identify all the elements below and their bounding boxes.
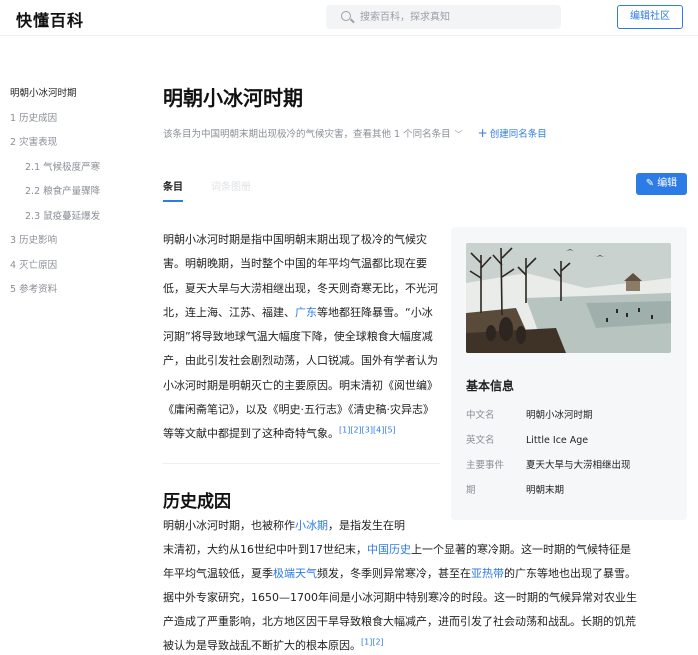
- infobox-title: 基本信息: [466, 379, 515, 393]
- info-key: 期: [466, 485, 476, 496]
- toc-item-plague[interactable]: 2.3 鼠疫蔓延爆发: [10, 209, 130, 234]
- info-row-period: 期 明朝末期: [466, 484, 564, 498]
- link-chinese-history[interactable]: 中国历史: [367, 543, 411, 556]
- search-input[interactable]: [360, 8, 550, 26]
- plus-icon: +: [477, 126, 488, 140]
- section1-text: 年平均气温较低，夏季: [163, 567, 273, 580]
- info-value: 明朝小冰河时期: [526, 410, 593, 421]
- section1-line: 年平均气温较低，夏季极端天气频发，冬季则异常寒冷，甚至在亚热带的广东等地也出现了…: [163, 566, 636, 582]
- section1-text: 频发，冬季则异常寒冷，甚至在: [317, 567, 471, 580]
- disambiguation-line: 该条目为中国明朝末期出现极冷的气候灾害，查看其他 1 个同名条目 ﹀ + 创建同名条…: [163, 126, 547, 140]
- page-title: 明朝小冰河时期: [163, 86, 303, 110]
- info-value: 夏天大旱与大涝相继出现: [526, 460, 631, 471]
- tab-gallery[interactable]: 词条图册: [211, 180, 251, 202]
- top-bar: 快懂百科 编辑社区: [0, 0, 698, 36]
- pencil-icon: ✎: [645, 178, 655, 189]
- infobox: 基本信息 中文名 明朝小冰河时期 英文名 Little Ice Age 主要事件 夏天…: [451, 227, 687, 520]
- edit-community-button[interactable]: 编辑社区: [617, 5, 683, 29]
- edit-button-label: 编辑: [657, 178, 678, 189]
- info-key: 主要事件: [466, 460, 505, 471]
- section1-line: 据中外专家研究，1650—1700年间是小冰河期中特别寒冷的时段。这一时期的气候…: [163, 591, 637, 604]
- info-row-chinese-name: 中文名 明朝小冰河时期: [466, 409, 593, 423]
- article-tabs: 条目 词条图册: [163, 180, 687, 204]
- section1-text: 末清初，大约从16世纪中叶到17世纪末，: [163, 543, 367, 556]
- reference-links[interactable]: [1][2][3][4][5]: [339, 426, 396, 435]
- section1-line: 末清初，大约从16世纪中叶到17世纪末，中国历史上一个显著的寒冷期。这一时期的气…: [163, 542, 631, 558]
- toc-item-references[interactable]: 5 参考资料: [10, 282, 130, 307]
- link-guangdong[interactable]: 广东: [295, 306, 317, 319]
- disambiguation-text: 该条目为中国明朝末期出现极冷的气候灾害，查看其他 1 个同名条目: [163, 129, 451, 140]
- section1-line: 被认为是导致战乱不断扩大的根本原因。[1][2]: [163, 638, 384, 654]
- toc-item-history-cause[interactable]: 1 历史成因: [10, 111, 130, 136]
- toc-item-title[interactable]: 明朝小冰河时期: [10, 86, 130, 111]
- toc-item-fall-reasons[interactable]: 4 灭亡原因: [10, 258, 130, 283]
- table-of-contents: 明朝小冰河时期 1 历史成因 2 灾害表现 2.1 气候极度严寒 2.2 粮食产…: [10, 86, 130, 307]
- info-value: Little Ice Age: [526, 435, 589, 446]
- section1-text: ，是指发生在明: [328, 519, 405, 532]
- tab-entry[interactable]: 条目: [163, 180, 183, 202]
- info-key: 中文名: [466, 410, 495, 421]
- info-row-main-events: 主要事件 夏天大旱与大涝相继出现: [466, 459, 631, 473]
- info-row-english-name: 英文名 Little Ice Age: [466, 434, 588, 448]
- toc-item-impact[interactable]: 3 历史影响: [10, 233, 130, 258]
- chevron-down-icon[interactable]: ﹀: [455, 129, 463, 140]
- search-box[interactable]: [326, 5, 561, 29]
- section1-line: 明朝小冰河时期，也被称作小冰期，是指发生在明: [163, 518, 405, 534]
- create-same-name-link[interactable]: + 创建同名条目: [477, 126, 547, 140]
- section1-text: 上一个显著的寒冷期。这一时期的气候特征是: [411, 543, 631, 556]
- winter-painting-image[interactable]: [466, 243, 671, 353]
- create-same-name-label: 创建同名条目: [489, 129, 547, 140]
- toc-item-disaster[interactable]: 2 灾害表现: [10, 135, 130, 160]
- toc-item-grain-drop[interactable]: 2.2 粮食产量骤降: [10, 184, 130, 209]
- info-value: 明朝末期: [526, 485, 565, 496]
- toc-item-extreme-cold[interactable]: 2.1 气候极度严寒: [10, 160, 130, 185]
- edit-button[interactable]: ✎ 编辑: [636, 173, 687, 195]
- search-icon: [341, 11, 351, 21]
- section1-text: 被认为是导致战乱不断扩大的根本原因。: [163, 639, 361, 652]
- link-extreme-weather[interactable]: 极端天气: [273, 567, 317, 580]
- site-logo[interactable]: 快懂百科: [16, 7, 84, 31]
- intro-paragraph: 明朝小冰河时期是指中国明朝末期出现了极冷的气候灾害。明朝晚期，当时整个中国的年平…: [163, 228, 440, 447]
- section1-text: 明朝小冰河时期，也被称作: [163, 519, 295, 532]
- link-subtropics[interactable]: 亚热带: [471, 567, 504, 580]
- info-key: 英文名: [466, 435, 495, 446]
- reference-links[interactable]: [1][2]: [361, 637, 384, 646]
- section1-text: 的广东等地也出现了暴雪。: [504, 567, 636, 580]
- section1-line: 产造成了严重影响，北方地区因干旱导致粮食大幅减产，进而引发了社会动荡和战乱。长期…: [163, 615, 636, 628]
- link-little-ice-age[interactable]: 小冰期: [295, 519, 328, 532]
- section-divider: [163, 463, 440, 464]
- intro-text-2: 等地都狂降暴雪。“小冰河期”将导致地球气温大幅度下降，使全球粮食大幅度减产，由此…: [163, 305, 438, 441]
- section-heading-history-cause: 历史成因: [163, 492, 231, 512]
